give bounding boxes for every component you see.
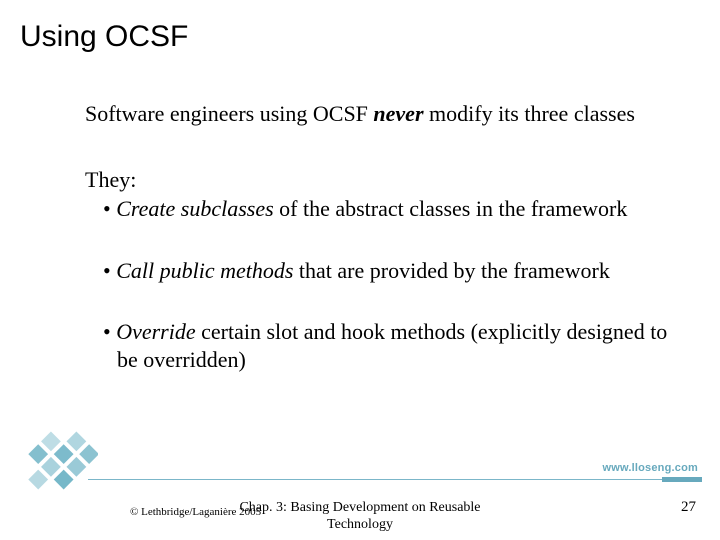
lead-pre: Software engineers using OCSF xyxy=(85,101,373,126)
divider-rule xyxy=(88,479,702,480)
lead-sentence: Software engineers using OCSF never modi… xyxy=(85,100,680,128)
bullet-rest: of the abstract classes in the framework xyxy=(274,196,628,221)
bullet-emphasis: Create subclasses xyxy=(116,196,273,221)
slide: Using OCSF Software engineers using OCSF… xyxy=(0,0,720,540)
list-item: Create subclasses of the abstract classe… xyxy=(103,195,680,223)
bullet-emphasis: Override xyxy=(116,319,195,344)
list-item: Call public methods that are provided by… xyxy=(103,257,680,285)
slide-title: Using OCSF xyxy=(20,20,188,54)
bullet-rest: that are provided by the framework xyxy=(293,258,609,283)
footer: © Lethbridge/Laganière 2005 Chap. 3: Bas… xyxy=(0,490,720,534)
site-url: www.lloseng.com xyxy=(603,462,699,474)
bullet-rest: certain slot and hook methods (explicitl… xyxy=(117,319,667,372)
list-item: Override certain slot and hook methods (… xyxy=(103,318,680,373)
page-number: 27 xyxy=(681,499,696,516)
lead-emphasis: never xyxy=(373,101,423,126)
they-label: They: xyxy=(85,166,680,194)
lead-post: modify its three classes xyxy=(424,101,635,126)
bullet-list: Create subclasses of the abstract classe… xyxy=(103,195,680,373)
chapter-label: Chap. 3: Basing Development on Reusable … xyxy=(210,500,510,534)
bullet-emphasis: Call public methods xyxy=(116,258,293,283)
slide-body: Software engineers using OCSF never modi… xyxy=(85,100,680,407)
